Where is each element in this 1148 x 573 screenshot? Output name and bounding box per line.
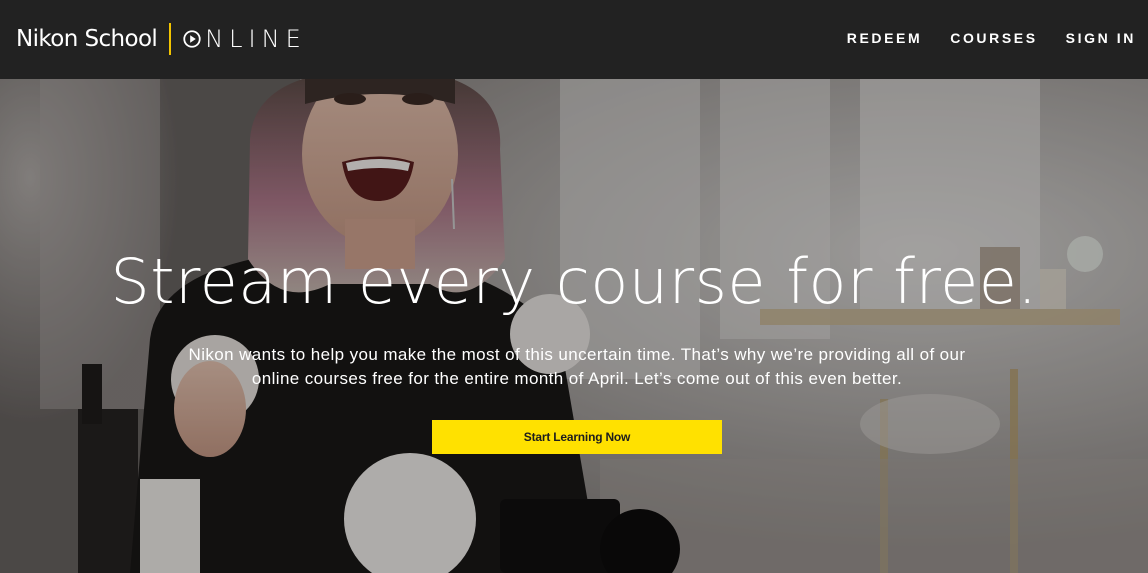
nav-sign-in[interactable]: SIGN IN	[1066, 30, 1136, 46]
hero-subtitle: Nikon wants to help you make the most of…	[188, 345, 966, 388]
hero-dark-overlay	[0, 79, 1148, 573]
nav-redeem[interactable]: REDEEM	[847, 30, 923, 46]
top-nav-bar: Nikon School NLINE REDEEM COURSES SIGN I…	[0, 0, 1148, 79]
page: Nikon School NLINE REDEEM COURSES SIGN I…	[0, 0, 1148, 573]
nikon-school-online-logo[interactable]: Nikon School NLINE	[16, 22, 307, 56]
logo-product-text: NLINE	[205, 25, 307, 53]
main-nav: REDEEM COURSES SIGN IN	[847, 30, 1136, 46]
play-circle-icon	[183, 30, 201, 48]
hero-section: Stream every course for free. Nikon want…	[0, 79, 1148, 573]
nav-courses[interactable]: COURSES	[950, 30, 1037, 46]
hero-title: Stream every course for free.	[110, 245, 1038, 318]
logo-divider	[169, 23, 172, 55]
start-learning-button[interactable]: Start Learning Now	[432, 420, 722, 454]
logo-brand-text: Nikon School	[16, 26, 158, 52]
